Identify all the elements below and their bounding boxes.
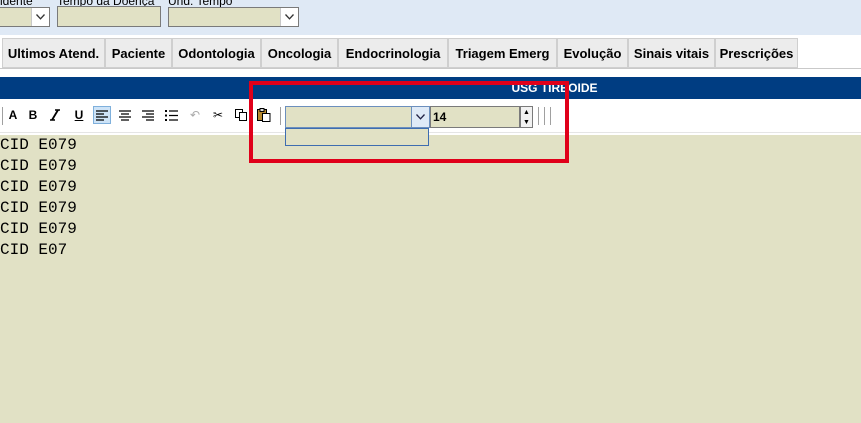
align-center-icon[interactable] [116,106,134,124]
chevron-down-icon[interactable] [280,8,298,26]
tab-divider [0,68,861,69]
paste-icon[interactable] [255,106,273,124]
tab-triagem-emerg[interactable]: Triagem Emerg [448,38,557,68]
font-size-field[interactable]: 14 [430,106,520,128]
undo-icon[interactable]: ↶ [186,106,204,124]
chevron-down-icon[interactable] [31,8,49,26]
tab-evolucao[interactable]: Evolução [557,38,628,68]
toolbar-separator [544,107,545,125]
toolbar-separator [538,107,539,125]
section-title: USG TIREOIDE [511,81,598,95]
spin-down-icon[interactable]: ▼ [521,117,532,127]
time-unit-select[interactable] [168,7,299,27]
font-name-select[interactable] [285,106,430,128]
copy-icon[interactable] [232,106,250,124]
tab-endocrinologia[interactable]: Endocrinologia [338,38,448,68]
bullet-list-icon[interactable] [162,106,180,124]
underline-icon[interactable]: U [70,106,88,124]
editor-line: CID E079 [0,178,77,196]
toolbar-separator [550,107,551,125]
tab-ultimos-atend[interactable]: Ultimos Atend. [2,38,105,68]
editor-line: CID E07 [0,241,68,259]
section-title-bar: USG TIREOIDE [0,77,861,99]
spin-up-icon[interactable]: ▲ [521,107,532,117]
align-right-icon[interactable] [139,106,157,124]
toolbar-separator [2,107,3,125]
font-name-dropdown-list[interactable] [285,128,429,146]
chevron-down-icon[interactable] [411,107,429,127]
editor-line: CID E079 [0,136,77,154]
cut-icon[interactable]: ✂ [209,106,227,124]
editor-line: CID E079 [0,199,77,217]
tab-odontologia[interactable]: Odontologia [172,38,261,68]
font-color-icon[interactable]: A [4,106,22,124]
toolbar-separator [280,107,281,125]
tab-paciente[interactable]: Paciente [105,38,172,68]
editor-line: CID E079 [0,220,77,238]
editor-toolbar: A B U ↶ ✂ 14 ▲ ▼ [0,101,861,133]
font-size-spinner[interactable]: ▲ ▼ [520,106,533,128]
disease-time-field[interactable] [57,6,161,27]
editor-line: CID E079 [0,157,77,175]
tab-prescricoes[interactable]: Prescrições [715,38,798,68]
align-left-icon[interactable] [93,106,111,124]
accident-select[interactable] [0,7,50,27]
bold-icon[interactable]: B [24,106,42,124]
tab-sinais-vitais[interactable]: Sinais vitais [628,38,715,68]
text-editor[interactable]: CID E079 CID E079 CID E079 CID E079 CID … [0,135,861,423]
italic-icon[interactable] [46,106,64,124]
top-fields-strip: Acidente Tempo da Doença Und. Tempo [0,0,861,35]
tab-oncologia[interactable]: Oncologia [261,38,338,68]
